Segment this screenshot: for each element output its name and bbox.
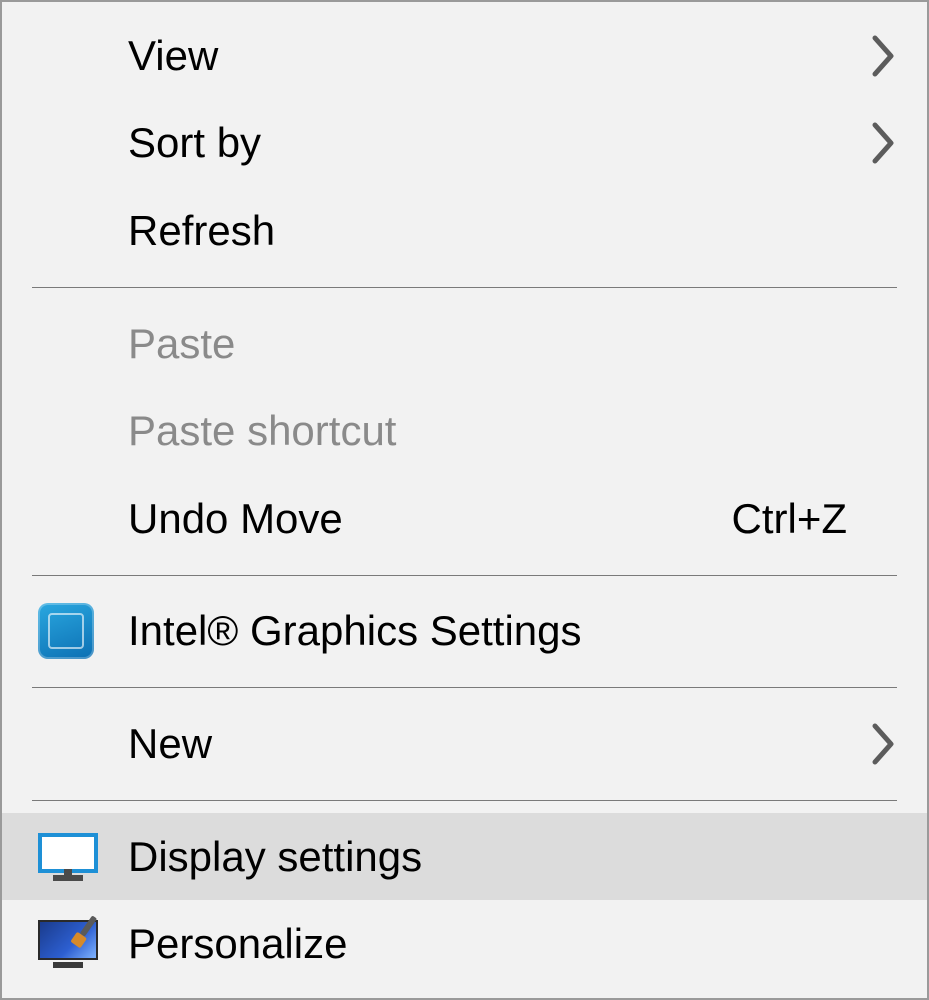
icon-slot	[38, 24, 128, 88]
menu-separator	[32, 287, 897, 288]
menu-item-label: Intel® Graphics Settings	[128, 607, 847, 655]
personalize-icon	[38, 912, 128, 976]
menu-separator	[32, 800, 897, 801]
keyboard-shortcut: Ctrl+Z	[732, 495, 848, 543]
menu-item-display-settings[interactable]: Display settings	[2, 813, 927, 901]
menu-item-label: Paste shortcut	[128, 407, 847, 455]
menu-item-view[interactable]: View	[2, 12, 927, 100]
chevron-right-icon	[847, 722, 897, 766]
menu-item-label: Undo Move	[128, 495, 712, 543]
menu-item-label: New	[128, 720, 847, 768]
icon-slot	[38, 312, 128, 376]
display-settings-icon	[38, 825, 128, 889]
chevron-right-icon	[847, 34, 897, 78]
menu-item-intel-graphics-settings[interactable]: Intel® Graphics Settings	[2, 588, 927, 676]
menu-separator	[32, 687, 897, 688]
menu-item-label: Display settings	[128, 833, 847, 881]
desktop-context-menu: View Sort by Refresh Paste Paste shortcu…	[0, 0, 929, 1000]
menu-item-personalize[interactable]: Personalize	[2, 900, 927, 988]
menu-item-paste-shortcut: Paste shortcut	[2, 387, 927, 475]
menu-item-label: Refresh	[128, 207, 847, 255]
menu-item-sort-by[interactable]: Sort by	[2, 100, 927, 188]
menu-item-undo-move[interactable]: Undo Move Ctrl+Z	[2, 475, 927, 563]
icon-slot	[38, 399, 128, 463]
icon-slot	[38, 111, 128, 175]
icon-slot	[38, 487, 128, 551]
icon-slot	[38, 712, 128, 776]
icon-slot	[38, 199, 128, 263]
menu-item-label: View	[128, 32, 847, 80]
menu-item-label: Personalize	[128, 920, 847, 968]
menu-item-refresh[interactable]: Refresh	[2, 187, 927, 275]
intel-graphics-icon	[38, 599, 128, 663]
menu-item-new[interactable]: New	[2, 700, 927, 788]
chevron-right-icon	[847, 121, 897, 165]
menu-item-label: Sort by	[128, 119, 847, 167]
menu-item-label: Paste	[128, 320, 847, 368]
menu-separator	[32, 575, 897, 576]
menu-item-paste: Paste	[2, 300, 927, 388]
